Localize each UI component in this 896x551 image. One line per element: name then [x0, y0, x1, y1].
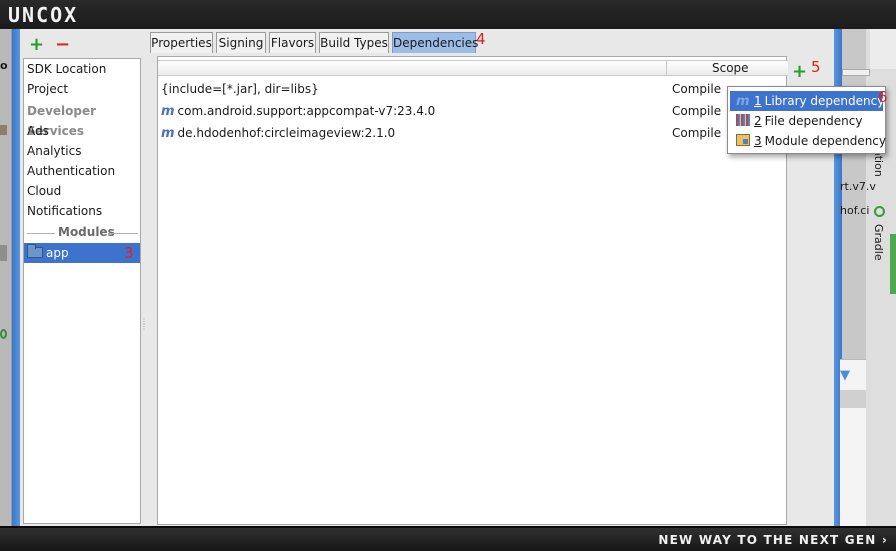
sidebar-item-ads[interactable]: Ads	[24, 121, 140, 141]
add-module-button[interactable]: +	[29, 34, 44, 55]
dependency-name: de.hdodenhof:circleimageview:2.1.0	[177, 126, 396, 140]
sidebar-item-app[interactable]: app 3	[24, 243, 140, 263]
menu-item-file-dependency[interactable]: 2 File dependency	[730, 111, 883, 131]
module-folder-icon	[27, 244, 43, 258]
sidebar-item-authentication[interactable]: Authentication	[24, 161, 140, 181]
dialog-frame-left	[12, 29, 20, 526]
dependency-scope[interactable]: Compile	[672, 122, 721, 144]
editor-code: rt.v7.v hof.ci	[840, 175, 876, 223]
add-dependency-menu: m 1 Library dependency 2 File dependency 3M…	[727, 86, 886, 154]
table-row[interactable]: {include=[*.jar], dir=libs} Compile	[158, 78, 788, 100]
sidebar-item-cloud[interactable]: Cloud	[24, 181, 140, 201]
maven-icon: m	[161, 104, 175, 119]
code-line: rt.v7.v	[840, 180, 876, 193]
step-annotation-3: 3	[124, 244, 134, 262]
table-row[interactable]: m com.android.support:appcompat-v7:23.4.0…	[158, 100, 788, 122]
gradle-indicator	[890, 234, 896, 294]
project-structure-dialog: + − SDK Location Project Developer Servi…	[20, 29, 834, 526]
column-separator[interactable]	[666, 61, 667, 76]
vertical-tab-gradle[interactable]: Gradle	[872, 224, 885, 261]
file-icon	[736, 114, 750, 126]
sidebar-item-project[interactable]: Project	[24, 79, 140, 99]
separator-line	[27, 233, 55, 234]
tab-build-types[interactable]: Build Types	[319, 32, 389, 53]
menu-item-number: 1	[754, 94, 762, 108]
scope-column-header[interactable]: Scope	[712, 61, 749, 76]
ide-left-folder-icon	[0, 125, 7, 135]
panel-row	[840, 390, 866, 408]
tab-flavors[interactable]: Flavors	[269, 32, 316, 53]
separator-line	[108, 233, 138, 234]
table-header: Scope	[158, 60, 788, 76]
maven-icon: m	[161, 126, 175, 141]
tagline: NEW WAY TO THE NEXT GEN ›	[658, 533, 888, 547]
code-line: hof.ci	[840, 204, 870, 217]
ide-left-text: o	[0, 59, 8, 72]
gradle-icon	[874, 206, 885, 217]
step-annotation-6: 6	[878, 88, 888, 106]
step-annotation-4: 4	[476, 30, 486, 48]
module-icon	[736, 134, 750, 146]
sidebar-item-sdk-location[interactable]: SDK Location	[24, 59, 140, 79]
bottom-panel: ▼	[840, 359, 866, 526]
tool-window-header	[870, 29, 896, 69]
menu-item-label: Module dependency	[764, 134, 886, 148]
remove-module-button[interactable]: −	[55, 34, 70, 55]
brand-bar: UNCOX	[0, 0, 896, 29]
dependencies-table: Scope {include=[*.jar], dir=libs} Compil…	[157, 56, 788, 525]
dependency-scope[interactable]: Compile	[672, 78, 721, 100]
table-row[interactable]: m de.hdodenhof:circleimageview:2.1.0 Comp…	[158, 122, 788, 144]
tab-properties[interactable]: Properties	[150, 32, 213, 53]
editor-tab-strip	[842, 69, 870, 76]
menu-item-label: File dependency	[764, 114, 863, 128]
ide-left-circle-icon	[0, 329, 7, 339]
tab-signing[interactable]: Signing	[216, 32, 266, 53]
modules-label: Modules	[58, 225, 115, 239]
module-label: app	[46, 246, 69, 260]
dependency-scope[interactable]: Compile	[672, 100, 721, 122]
splitter-handle[interactable]: ⋮ ⋮	[140, 318, 148, 331]
tab-dependencies[interactable]: Dependencies	[392, 32, 478, 53]
menu-item-number: 3	[754, 134, 762, 148]
tagline-bar: NEW WAY TO THE NEXT GEN ›	[0, 526, 896, 551]
brand-logo: UNCOX	[8, 3, 79, 27]
ide-left-strip: o	[0, 29, 12, 526]
dependency-name: {include=[*.jar], dir=libs}	[161, 82, 319, 96]
add-dependency-button[interactable]: +	[792, 61, 807, 82]
sidebar-group-developer-services: Developer Services	[27, 104, 97, 138]
menu-item-module-dependency[interactable]: 3 Module dependency	[730, 131, 886, 151]
filter-icon[interactable]: ▼	[840, 368, 850, 383]
ide-left-marker-icon	[0, 245, 7, 261]
sidebar-item-notifications[interactable]: Notifications	[24, 201, 140, 221]
menu-item-library-dependency[interactable]: m 1 Library dependency	[730, 91, 885, 111]
dependency-name: com.android.support:appcompat-v7:23.4.0	[177, 104, 436, 118]
modules-separator: Modules	[24, 223, 140, 243]
menu-item-number: 2	[754, 114, 762, 128]
step-annotation-5: 5	[811, 58, 821, 76]
sidebar: SDK Location Project Developer Services …	[23, 58, 141, 524]
menu-item-label: Library dependency	[764, 94, 885, 108]
sidebar-item-analytics[interactable]: Analytics	[24, 141, 140, 161]
library-icon: m	[736, 94, 750, 109]
